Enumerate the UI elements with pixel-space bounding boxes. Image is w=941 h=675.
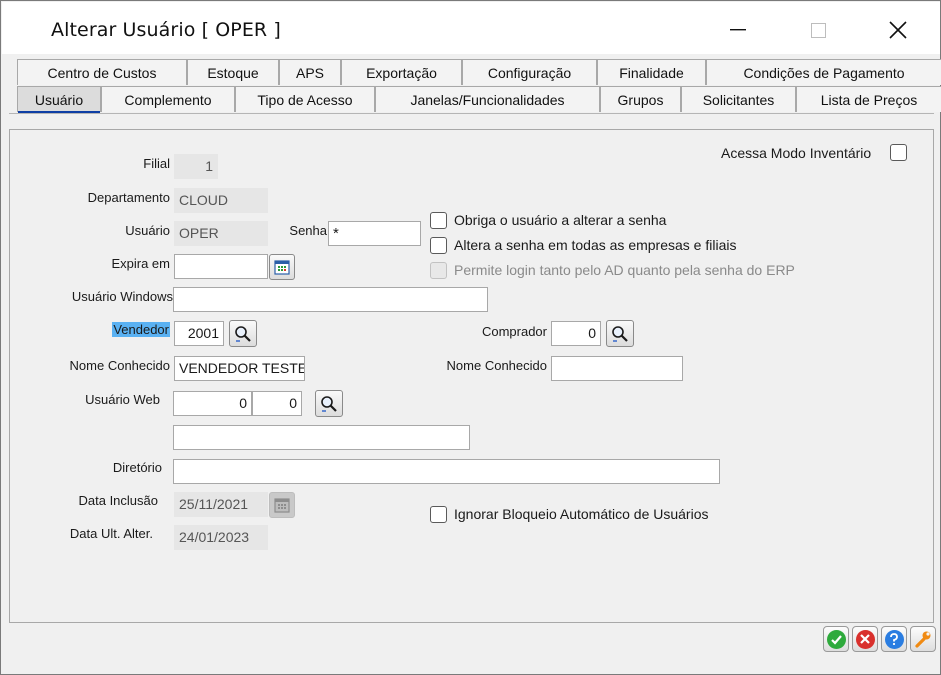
departamento-label: Departamento xyxy=(87,190,170,205)
data-inclusao-calendar-button xyxy=(269,492,295,518)
comprador-lookup-button[interactable] xyxy=(606,320,634,347)
tools-button[interactable] xyxy=(910,626,936,652)
close-button[interactable] xyxy=(875,10,921,50)
altera-senha-empresas-label: Altera a senha em todas as empresas e fi… xyxy=(454,237,737,253)
magnifier-icon xyxy=(321,395,337,412)
usuario-windows-label: Usuário Windows xyxy=(71,289,173,304)
tab-configuracao[interactable]: Configuração xyxy=(462,59,597,85)
maximize-icon xyxy=(810,22,826,38)
departamento-field: CLOUD xyxy=(174,188,268,213)
obriga-alterar-senha-checkbox[interactable] xyxy=(430,212,447,229)
nome-conhecido-field[interactable]: VENDEDOR TESTE xyxy=(174,356,305,381)
vendedor-label: Vendedor xyxy=(108,322,170,337)
ignorar-bloqueio-checkbox[interactable] xyxy=(430,506,447,523)
title-bar: Alterar Usuário [ OPER ] xyxy=(2,2,940,54)
ok-button[interactable] xyxy=(823,626,849,652)
acessa-modo-inventario-label: Acessa Modo Inventário xyxy=(721,145,872,161)
ignorar-bloqueio-label: Ignorar Bloqueio Automático de Usuários xyxy=(454,506,709,522)
help-button[interactable] xyxy=(881,626,907,652)
data-inclusao-label: Data Inclusão xyxy=(78,493,159,508)
magnifier-icon xyxy=(235,325,251,342)
tab-aps[interactable]: APS xyxy=(279,59,341,85)
nome-conhecido-comprador-label: Nome Conhecido xyxy=(446,358,547,373)
tab-janelas-funcionalidades[interactable]: Janelas/Funcionalidades xyxy=(375,86,600,112)
usuario-field: OPER xyxy=(174,221,268,246)
acessa-modo-inventario-checkbox[interactable] xyxy=(890,144,907,161)
magnifier-icon xyxy=(612,325,628,342)
wrench-icon xyxy=(915,631,931,648)
tab-condicoes-de-pagamento[interactable]: Condições de Pagamento xyxy=(706,59,941,85)
tab-divider xyxy=(9,113,934,114)
permite-login-ad-label: Permite login tanto pelo AD quanto pela … xyxy=(454,262,795,278)
usuario-web-field-2[interactable]: 0 xyxy=(252,391,302,416)
usuario-web-label: Usuário Web xyxy=(85,392,160,407)
senha-field[interactable]: * xyxy=(328,221,421,246)
nome-conhecido-label: Nome Conhecido xyxy=(69,358,170,373)
cancel-button[interactable] xyxy=(852,626,878,652)
usuario-web-name-field[interactable] xyxy=(173,425,470,450)
usuario-windows-field[interactable] xyxy=(173,287,488,312)
data-ult-alter-label: Data Ult. Alter. xyxy=(69,526,153,541)
tab-lista-de-precos[interactable]: Lista de Preços xyxy=(796,86,941,112)
vendedor-label-text: Vendedor xyxy=(112,322,170,337)
expira-em-label: Expira em xyxy=(111,256,170,271)
tab-grupos[interactable]: Grupos xyxy=(600,86,681,112)
dialog-window: Alterar Usuário [ OPER ] Centro de Custo… xyxy=(0,0,941,675)
expira-em-field[interactable] xyxy=(174,254,268,279)
calendar-icon xyxy=(274,260,290,275)
tab-solicitantes[interactable]: Solicitantes xyxy=(681,86,796,112)
comprador-label: Comprador xyxy=(481,324,547,339)
diretorio-label: Diretório xyxy=(112,460,162,475)
tab-centro-de-custos[interactable]: Centro de Custos xyxy=(17,59,187,85)
data-inclusao-field: 25/11/2021 xyxy=(174,492,268,517)
filial-label: Filial xyxy=(143,156,170,171)
diretorio-field[interactable] xyxy=(173,459,720,484)
check-icon xyxy=(826,629,846,649)
tab-finalidade[interactable]: Finalidade xyxy=(597,59,706,85)
usuario-web-lookup-button[interactable] xyxy=(315,390,343,417)
x-icon xyxy=(855,629,875,649)
vendedor-field[interactable]: 2001 xyxy=(174,321,224,346)
close-icon xyxy=(889,21,907,39)
filial-field: 1 xyxy=(174,154,218,179)
obriga-alterar-senha-label: Obriga o usuário a alterar a senha xyxy=(454,212,667,228)
permite-login-ad-checkbox xyxy=(430,262,447,279)
usuario-label: Usuário xyxy=(125,223,170,238)
tab-exportacao[interactable]: Exportação xyxy=(341,59,462,85)
minimize-icon xyxy=(730,29,746,31)
maximize-button[interactable] xyxy=(795,10,841,50)
senha-label: Senha xyxy=(289,223,327,238)
vendedor-lookup-button[interactable] xyxy=(229,320,257,347)
tab-estoque[interactable]: Estoque xyxy=(187,59,279,85)
tab-usuario[interactable]: Usuário xyxy=(17,86,101,112)
usuario-web-field-1[interactable]: 0 xyxy=(173,391,252,416)
window-title: Alterar Usuário [ OPER ] xyxy=(51,19,281,41)
tab-tipo-de-acesso[interactable]: Tipo de Acesso xyxy=(235,86,375,112)
nome-conhecido-comprador-field[interactable] xyxy=(551,356,683,381)
minimize-button[interactable] xyxy=(715,10,761,50)
comprador-field[interactable]: 0 xyxy=(551,321,601,346)
expira-em-calendar-button[interactable] xyxy=(269,254,295,280)
altera-senha-empresas-checkbox[interactable] xyxy=(430,237,447,254)
tab-complemento[interactable]: Complemento xyxy=(101,86,235,112)
calendar-icon xyxy=(274,498,290,513)
question-icon xyxy=(884,629,904,649)
data-ult-alter-field: 24/01/2023 xyxy=(174,525,268,550)
